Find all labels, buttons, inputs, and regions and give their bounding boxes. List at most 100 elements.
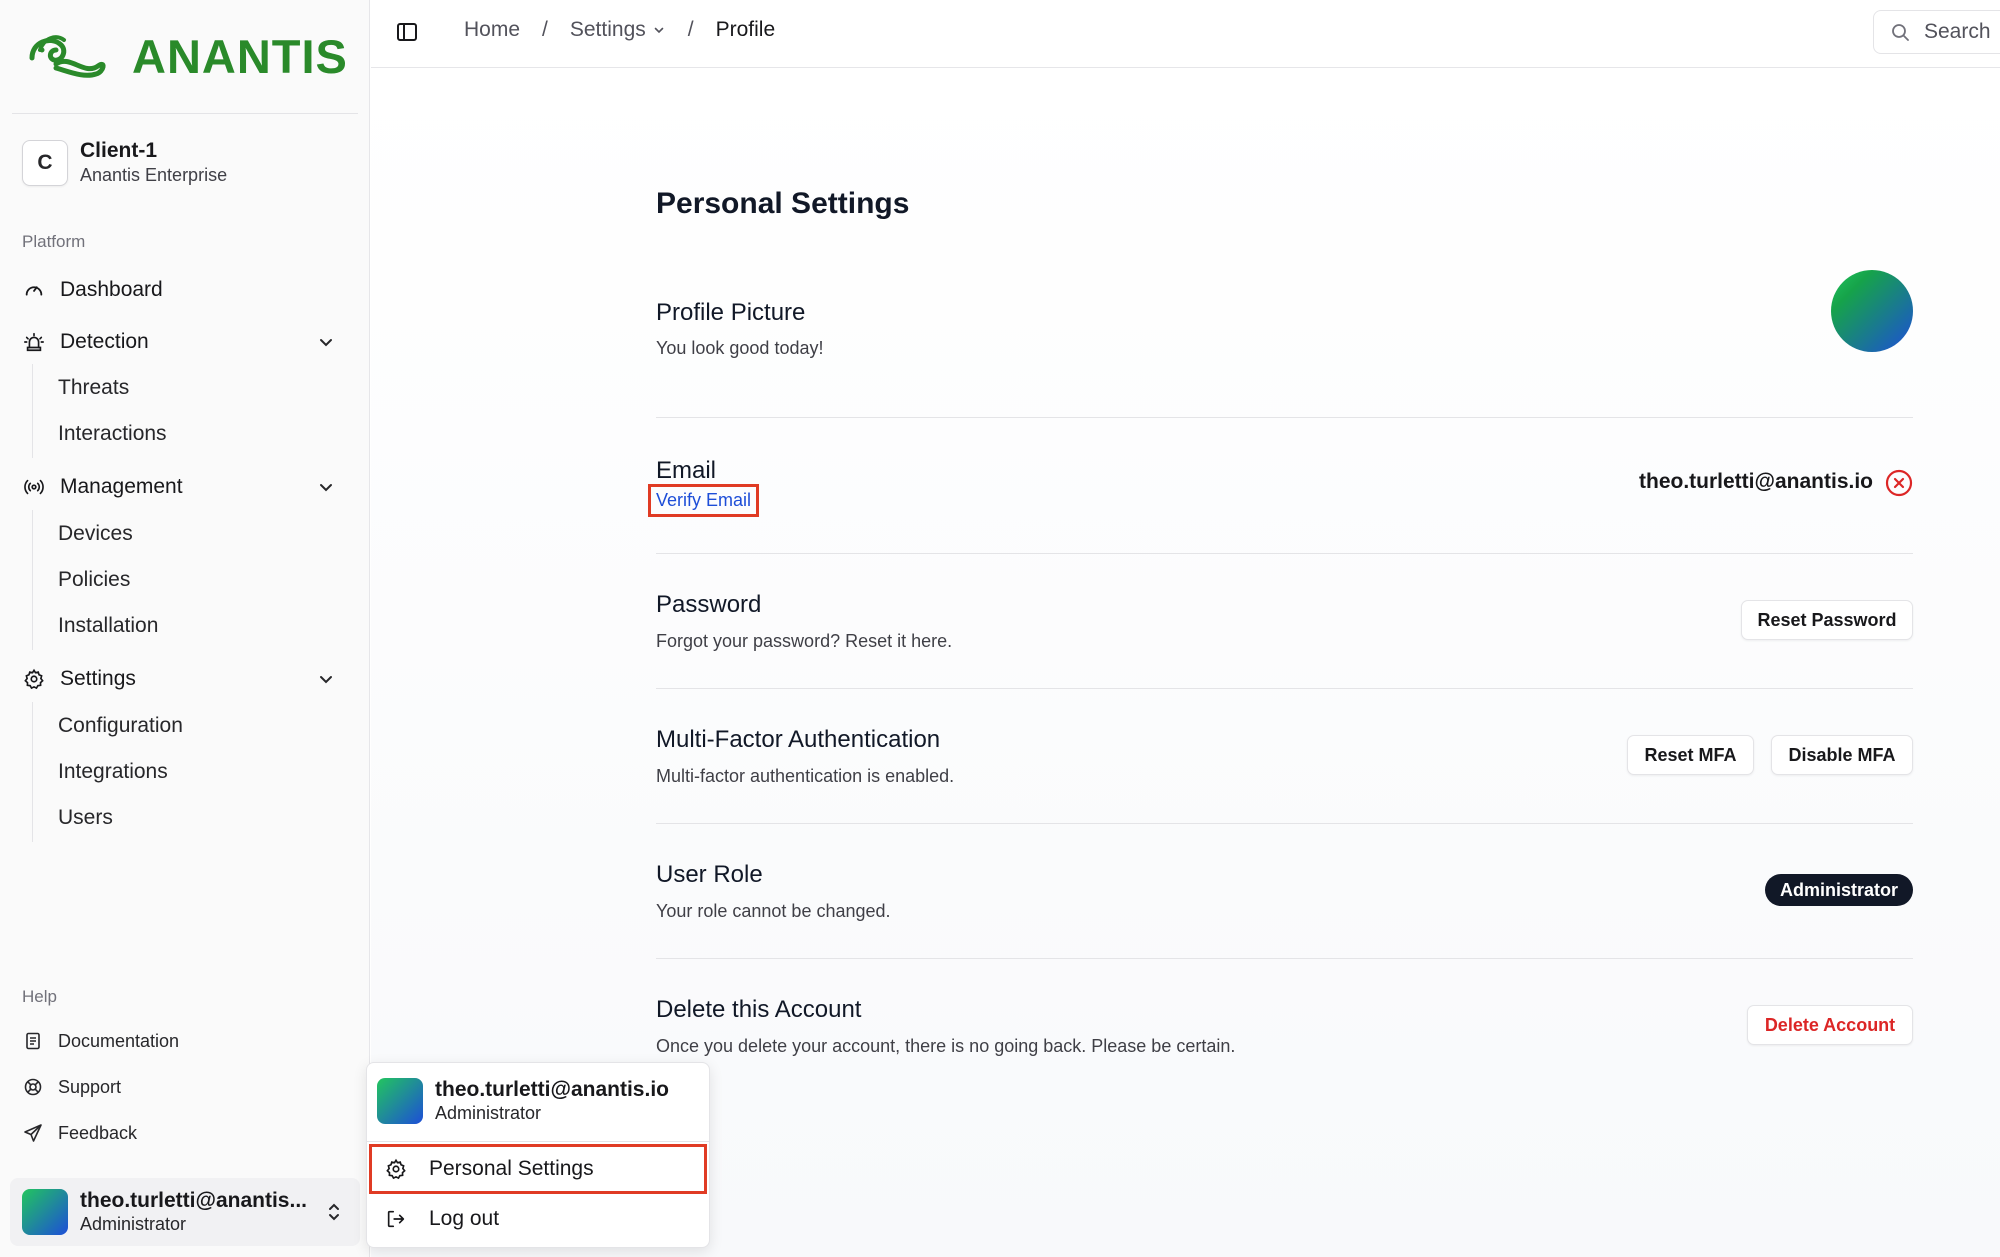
top-header: Home / Settings / Profile Search — [371, 0, 2000, 68]
verify-email-link[interactable]: Verify Email — [648, 484, 760, 517]
sidebar-item-label: Dashboard — [60, 278, 163, 301]
profile-picture[interactable] — [1831, 270, 1913, 352]
sidebar-item-detection[interactable]: Detection — [22, 322, 350, 362]
row-desc: Once you delete your account, there is n… — [656, 1036, 1236, 1056]
sidebar-item-support[interactable]: Support — [22, 1072, 121, 1102]
sidebar-item-threats[interactable]: Threats — [58, 373, 129, 403]
radio-signal-icon — [22, 475, 46, 499]
org-switcher[interactable]: C Client-1 Anantis Enterprise — [22, 138, 227, 187]
platform-group-label: Platform — [22, 232, 86, 251]
org-avatar: C — [22, 139, 68, 186]
row-title: User Role — [656, 861, 763, 888]
sidebar-item-integrations[interactable]: Integrations — [58, 757, 168, 787]
divider — [367, 1141, 709, 1142]
sidebar-item-documentation[interactable]: Documentation — [22, 1026, 179, 1056]
user-menu-header: theo.turletti@anantis.io Administrator — [377, 1077, 669, 1125]
chevron-down-icon[interactable] — [316, 477, 336, 497]
sub-nav-line — [32, 702, 33, 842]
reset-password-button[interactable]: Reset Password — [1741, 600, 1913, 640]
send-icon — [22, 1122, 44, 1144]
role-badge: Administrator — [1765, 874, 1913, 906]
lifebuoy-icon — [22, 1076, 44, 1098]
org-name: Client-1 — [80, 139, 158, 162]
sidebar-item-interactions[interactable]: Interactions — [58, 419, 167, 449]
sidebar-item-users[interactable]: Users — [58, 803, 113, 833]
avatar — [377, 1078, 423, 1124]
menu-item-label: Log out — [429, 1207, 500, 1230]
user-role-row: User Role Your role cannot be changed. A… — [656, 861, 1913, 961]
help-group-label: Help — [22, 987, 57, 1006]
email-value: theo.turletti@anantis.io — [1639, 470, 1873, 493]
brand-logo[interactable]: ANANTIS — [26, 26, 348, 86]
sidebar-item-label: Support — [58, 1076, 122, 1097]
chevrons-up-down-icon — [329, 1203, 339, 1221]
sidebar-item-label: Feedback — [58, 1122, 138, 1143]
siren-icon — [22, 330, 46, 354]
row-title: Delete this Account — [656, 996, 862, 1023]
divider — [656, 553, 1913, 554]
divider — [656, 823, 1913, 824]
row-desc: Multi-factor authentication is enabled. — [656, 766, 955, 786]
sidebar-item-feedback[interactable]: Feedback — [22, 1118, 137, 1148]
chevron-down-icon[interactable] — [316, 669, 336, 689]
sidebar-item-dashboard[interactable]: Dashboard — [22, 270, 350, 310]
search-icon — [1892, 24, 1909, 41]
document-icon — [22, 1030, 44, 1052]
divider — [12, 113, 358, 114]
breadcrumb-current: Profile — [715, 18, 776, 41]
row-title: Multi-Factor Authentication — [656, 726, 941, 753]
delete-account-row: Delete this Account Once you delete your… — [656, 996, 1913, 1096]
sidebar: ANANTIS C Client-1 Anantis Enterprise Pl… — [0, 0, 370, 1257]
sub-nav-line — [32, 364, 33, 458]
brand-name: ANANTIS — [132, 29, 348, 83]
breadcrumb-separator: / — [542, 18, 548, 41]
sidebar-toggle-icon[interactable] — [395, 20, 419, 44]
breadcrumb-settings-label: Settings — [569, 18, 646, 41]
breadcrumb-separator: / — [687, 18, 694, 41]
user-account-button[interactable]: theo.turletti@anantis... Administrator — [10, 1178, 360, 1246]
sub-nav-line — [32, 510, 33, 650]
reset-mfa-button[interactable]: Reset MFA — [1627, 735, 1754, 775]
row-title: Password — [656, 591, 762, 618]
row-desc: Your role cannot be changed. — [656, 901, 891, 921]
sidebar-item-label: Documentation — [58, 1030, 180, 1051]
user-email: theo.turletti@anantis... — [80, 1189, 307, 1212]
divider — [656, 958, 1913, 959]
breadcrumb-home[interactable]: Home — [464, 18, 520, 42]
sidebar-item-management[interactable]: Management — [22, 467, 350, 507]
delete-account-button[interactable]: Delete Account — [1747, 1005, 1913, 1045]
divider — [656, 688, 1913, 689]
sidebar-item-devices[interactable]: Devices — [58, 519, 133, 549]
sidebar-item-policies[interactable]: Policies — [58, 565, 130, 595]
search-input[interactable]: Search — [1873, 10, 2000, 54]
sidebar-item-installation[interactable]: Installation — [58, 611, 158, 641]
sidebar-item-label: Detection — [60, 330, 149, 353]
menu-item-logout[interactable]: Log out — [369, 1194, 707, 1244]
email-row: Email Verify Email theo.turletti@anantis… — [648, 457, 1913, 567]
logout-icon — [387, 1210, 405, 1228]
sidebar-item-settings[interactable]: Settings — [22, 659, 350, 699]
search-label: Search — [1924, 20, 1991, 43]
chevron-down-icon — [654, 27, 664, 34]
gear-icon — [386, 1158, 406, 1180]
breadcrumb-settings[interactable]: Settings — [570, 18, 666, 42]
disable-mfa-button[interactable]: Disable MFA — [1771, 735, 1913, 775]
user-menu-popup: theo.turletti@anantis.io Administrator P… — [366, 1062, 710, 1248]
breadcrumb: Home / Settings / Profile — [464, 18, 775, 42]
menu-item-personal-settings[interactable]: Personal Settings — [369, 1144, 707, 1194]
sidebar-item-configuration[interactable]: Configuration — [58, 711, 183, 741]
chevron-down-icon[interactable] — [316, 332, 336, 352]
gear-icon — [22, 667, 46, 691]
avatar — [22, 1189, 68, 1235]
menu-item-label: Personal Settings — [429, 1157, 594, 1180]
row-desc: You look good today! — [656, 338, 824, 358]
divider — [656, 417, 1913, 418]
x-circle-icon — [1885, 469, 1913, 497]
page-title: Personal Settings — [656, 187, 910, 220]
user-role: Administrator — [80, 1214, 187, 1234]
row-title: Profile Picture — [656, 299, 806, 326]
dashboard-gauge-icon — [22, 278, 46, 302]
password-row: Password Forgot your password? Reset it … — [656, 591, 1913, 691]
snake-logo-icon — [29, 35, 106, 78]
row-title: Email — [656, 457, 717, 484]
